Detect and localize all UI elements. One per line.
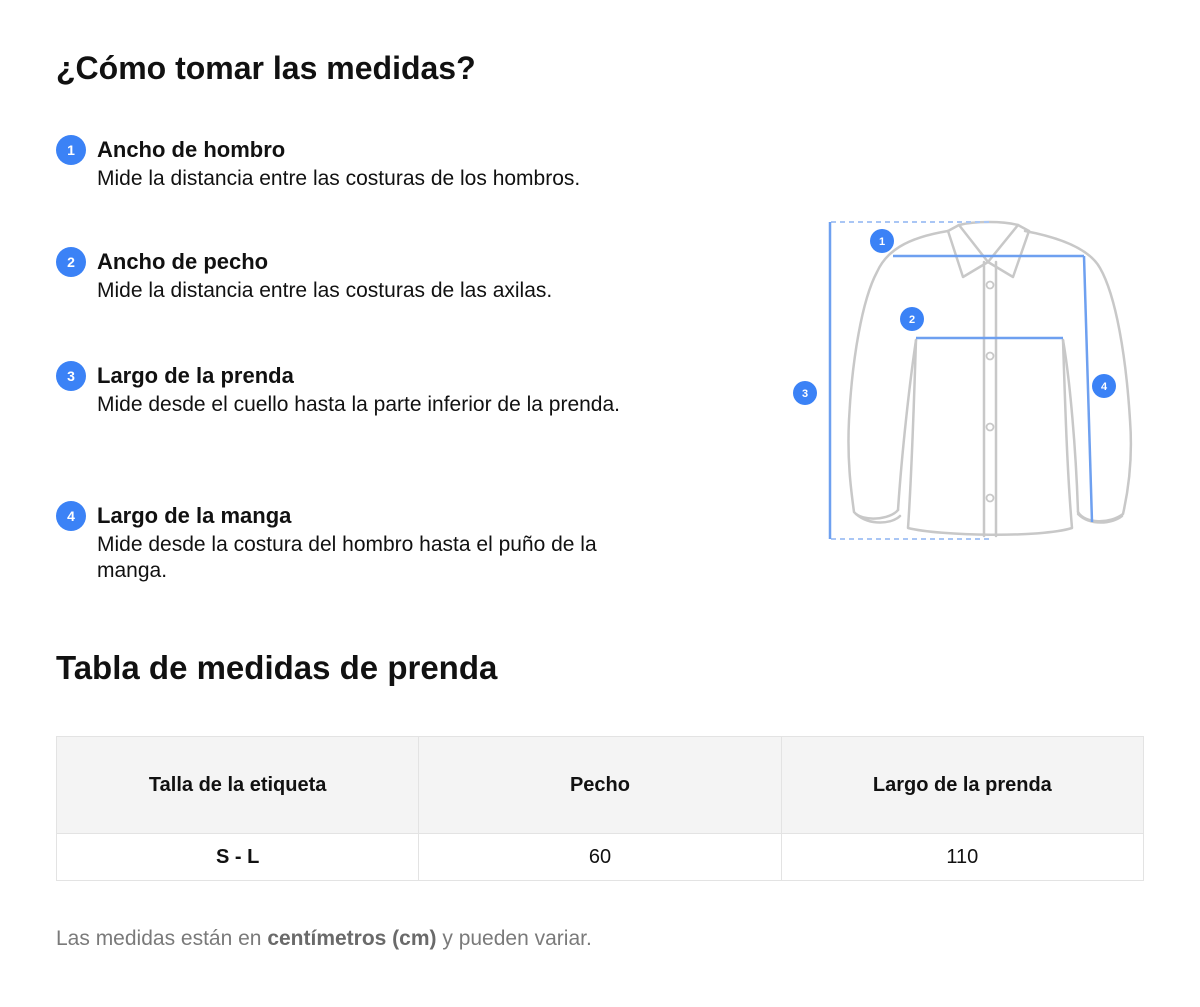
right-sleeve-outer [1023,229,1133,523]
step-sleeve-length: 4 Largo de la manga Mide desde la costur… [56,500,676,590]
page-title: ¿Cómo tomar las medidas? [56,50,476,86]
shirt-button [985,422,995,432]
marker-label: 3 [802,388,808,400]
table-row: S - L 60 110 [55,833,1145,881]
column-header-size-label: Talla de la etiqueta [55,736,420,834]
column-header-chest: Pecho [418,736,782,834]
step-number-badge: 3 [56,361,86,391]
note-emphasis: centímetros (cm) [267,927,437,950]
shirt-button [985,280,995,290]
cell-chest: 60 [418,833,782,881]
shirt-body [906,338,1074,537]
step-garment-length: 3 Largo de la prenda Mide desde el cuell… [56,360,676,500]
marker-label: 4 [1101,381,1108,393]
left-sleeve-outer [847,229,950,520]
step-title: Ancho de pecho [97,249,269,274]
units-note: Las medidas están en centímetros (cm) y … [56,924,592,954]
step-description: Mide la distancia entre las costuras de … [97,279,553,302]
step-chest-width: 2 Ancho de pecho Mide la distancia entre… [56,246,676,360]
cell-size-label: S - L [55,833,420,881]
step-title: Largo de la prenda [97,363,294,388]
shirt-button [985,351,995,361]
table-title: Tabla de medidas de prenda [56,649,498,686]
step-description: Mide la distancia entre las costuras de … [97,167,581,190]
table-header-row: Talla de la etiqueta Pecho Largo de la p… [55,736,1145,834]
step-title: Largo de la manga [97,503,292,528]
shirt-buttons [985,280,995,503]
step-number-badge: 2 [56,247,86,277]
size-table: Talla de la etiqueta Pecho Largo de la p… [55,736,1145,881]
cell-garment-length: 110 [780,833,1145,881]
column-header-garment-length: Largo de la prenda [780,736,1145,834]
shirt-measurement-illustration: 1 2 3 4 [793,220,1133,540]
marker-label: 1 [879,236,885,248]
sleeve-length-line [1082,255,1094,523]
step-number-badge: 1 [56,135,86,165]
measurement-steps: 1 Ancho de hombro Mide la distancia entr… [56,134,676,590]
shirt-button [985,493,995,503]
step-number-badge: 4 [56,501,86,531]
note-prefix: Las medidas están en [56,927,268,950]
step-title: Ancho de hombro [97,137,286,162]
marker-label: 2 [909,314,915,326]
collar-points [946,229,1031,279]
note-suffix: y pueden variar. [436,927,592,950]
step-description: Mide desde el cuello hasta la parte infe… [97,393,620,416]
step-shoulder-width: 1 Ancho de hombro Mide la distancia entr… [56,134,676,246]
size-guide-page: ¿Cómo tomar las medidas? 1 Ancho de homb… [0,0,1200,1007]
step-description: Mide desde la costura del hombro hasta e… [97,533,597,582]
